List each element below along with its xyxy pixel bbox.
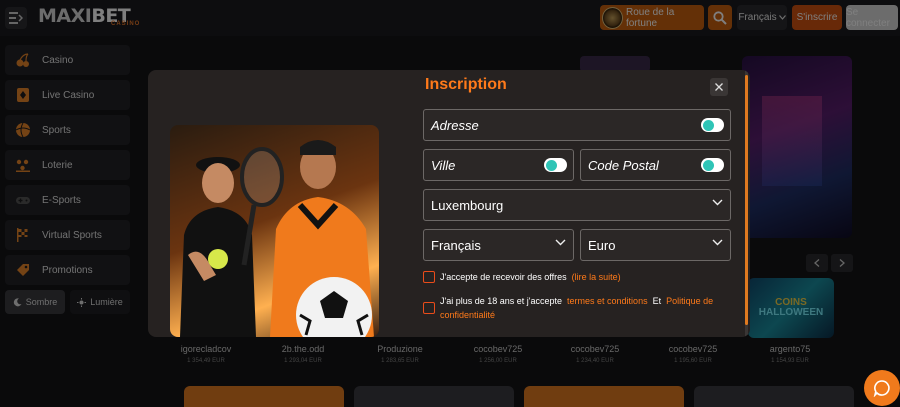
chat-button[interactable] [864, 370, 900, 406]
currency-value: Euro [588, 237, 616, 253]
privacy-link[interactable]: Politique de [666, 296, 713, 306]
modal-scrollbar[interactable] [745, 75, 748, 325]
chat-bubble-icon [873, 380, 890, 397]
offers-read-more-link[interactable]: (lire la suite) [572, 272, 621, 282]
autofill-toggle-icon[interactable] [544, 158, 567, 172]
close-button[interactable] [710, 78, 728, 96]
close-icon [715, 83, 723, 91]
city-label: Ville [431, 157, 456, 173]
age-terms-text: J'ai plus de 18 ans et j'accepte termes … [440, 296, 714, 320]
country-value: Luxembourg [431, 197, 504, 213]
autofill-toggle-icon[interactable] [701, 118, 724, 132]
offers-checkbox[interactable] [423, 271, 435, 283]
age-terms-checkbox[interactable] [423, 302, 435, 314]
autofill-toggle-icon[interactable] [701, 158, 724, 172]
offers-consent-text: J'accepte de recevoir des offres (lire l… [440, 272, 621, 282]
privacy-link-continued[interactable]: confidentialité [440, 310, 495, 320]
chevron-down-icon [712, 239, 723, 246]
terms-link[interactable]: termes et conditions [567, 296, 648, 306]
modal-title: Inscription [425, 76, 507, 93]
address-label: Adresse [431, 117, 479, 133]
currency-select[interactable]: Euro [580, 229, 731, 261]
language-select[interactable]: Français [423, 229, 574, 261]
postal-code-field[interactable]: Code Postal [580, 149, 731, 181]
chevron-down-icon [712, 199, 723, 206]
registration-modal: Inscription Adresse Ville Code Postal Lu… [148, 70, 750, 337]
postal-code-label: Code Postal [588, 157, 659, 173]
address-field[interactable]: Adresse [423, 109, 731, 141]
city-field[interactable]: Ville [423, 149, 574, 181]
country-select[interactable]: Luxembourg [423, 189, 731, 221]
chevron-down-icon [555, 239, 566, 246]
hero-image [170, 125, 379, 337]
language-value: Français [431, 237, 481, 253]
